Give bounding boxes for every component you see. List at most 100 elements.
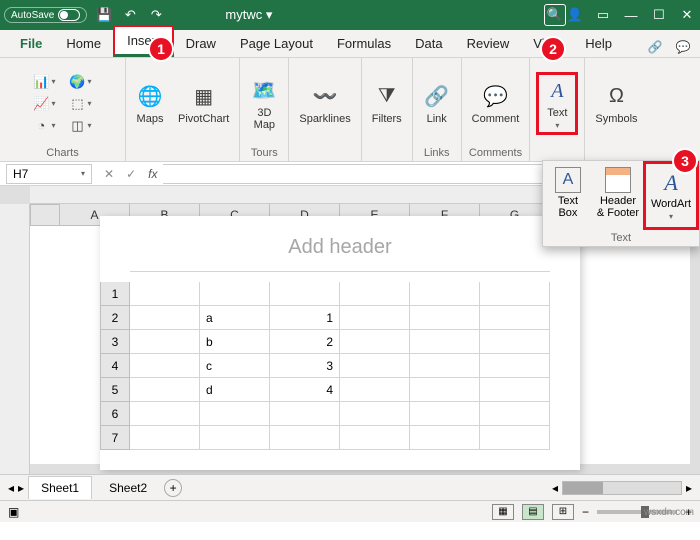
chart-pie-button[interactable]: ◔▾ [29,116,59,136]
row-header[interactable]: 1 [100,282,130,306]
tab-home[interactable]: Home [54,30,113,57]
row-header[interactable]: 7 [100,426,130,450]
cell[interactable] [480,378,550,402]
cell[interactable] [480,282,550,306]
cell[interactable] [270,402,340,426]
header-footer-button[interactable]: Header & Footer [593,161,643,230]
row-header[interactable]: 4 [100,354,130,378]
cell[interactable] [410,402,480,426]
cell[interactable] [200,402,270,426]
cell[interactable] [480,354,550,378]
cell[interactable] [410,282,480,306]
add-sheet-button[interactable]: + [164,479,182,497]
chart-map-button[interactable]: 🌍▾ [66,72,96,92]
filters-button[interactable]: ⧩Filters [368,81,406,127]
hscrollbar[interactable] [562,481,682,495]
record-macro-icon[interactable]: ▣ [8,505,19,519]
row-header[interactable]: 6 [100,402,130,426]
cell[interactable]: 3 [270,354,340,378]
row-header[interactable]: 2 [100,306,130,330]
cell[interactable] [340,282,410,306]
undo-icon[interactable]: ↶ [121,6,139,24]
row-header[interactable]: 5 [100,378,130,402]
cell[interactable]: d [200,378,270,402]
zoom-out-icon[interactable]: − [582,505,589,519]
name-box[interactable]: H7▾ [6,164,92,184]
chart-bar-button[interactable]: 📊▾ [29,72,59,92]
enter-icon[interactable]: ✓ [126,167,136,181]
ribbon-display-icon[interactable]: ▭ [594,6,612,24]
row-header[interactable]: 3 [100,330,130,354]
tab-file[interactable]: File [8,30,54,57]
cell[interactable] [130,282,200,306]
cell[interactable] [340,306,410,330]
cell[interactable]: a [200,306,270,330]
3dmap-button[interactable]: 🗺️3D Map [246,75,282,133]
cell[interactable] [200,282,270,306]
redo-icon[interactable]: ↷ [147,6,165,24]
cell[interactable] [340,330,410,354]
cell[interactable] [200,426,270,450]
cell[interactable] [410,306,480,330]
text-button[interactable]: AText▾ [536,72,578,135]
save-icon[interactable]: 💾 [95,6,113,24]
tab-help[interactable]: Help [573,30,624,57]
cell[interactable] [340,378,410,402]
cell[interactable]: 4 [270,378,340,402]
textbox-button[interactable]: A Text Box [543,161,593,230]
select-all-corner[interactable] [30,204,60,226]
page-break-view-button[interactable]: ⊞ [552,504,574,520]
autosave-toggle[interactable]: AutoSave [4,7,87,23]
minimize-icon[interactable]: — [622,6,640,24]
tab-review[interactable]: Review [455,30,522,57]
cell[interactable] [340,354,410,378]
cell[interactable]: 2 [270,330,340,354]
cell[interactable] [270,282,340,306]
tab-page-layout[interactable]: Page Layout [228,30,325,57]
comment-button[interactable]: 💬Comment [468,81,524,127]
cell[interactable]: b [200,330,270,354]
cell[interactable] [410,426,480,450]
header-placeholder[interactable]: Add header [130,236,550,272]
pivotchart-button[interactable]: ▦PivotChart [174,81,233,127]
cell[interactable]: c [200,354,270,378]
tab-formulas[interactable]: Formulas [325,30,403,57]
sheet-tab-2[interactable]: Sheet2 [96,476,160,499]
link-button[interactable]: 🔗Link [419,81,455,127]
prev-sheet-icon[interactable]: ◂ [8,481,14,495]
cell[interactable] [480,426,550,450]
maps-button[interactable]: 🌐Maps [132,81,168,127]
chart-combo-button[interactable]: ◫▾ [66,116,96,136]
tab-draw[interactable]: Draw [174,30,228,57]
signin-icon[interactable]: 👤 [566,6,584,24]
fx-icon[interactable]: fx [148,167,157,181]
cell[interactable] [130,306,200,330]
cell[interactable] [130,402,200,426]
cell[interactable] [480,306,550,330]
hscroll-left-icon[interactable]: ◂ [552,481,558,495]
comments-pane-icon[interactable]: 💬 [672,37,694,57]
cell[interactable] [410,354,480,378]
cell[interactable] [410,330,480,354]
search-button[interactable]: 🔍 [544,4,566,26]
symbols-button[interactable]: ΩSymbols [591,81,641,127]
share-icon[interactable]: 🔗 [644,37,666,57]
cell[interactable] [410,378,480,402]
close-icon[interactable]: ✕ [678,6,696,24]
hscroll-right-icon[interactable]: ▸ [686,481,692,495]
maximize-icon[interactable]: ☐ [650,6,668,24]
cell[interactable] [130,354,200,378]
next-sheet-icon[interactable]: ▸ [18,481,24,495]
file-name[interactable]: mytwc ▾ [225,7,272,23]
cell[interactable] [270,426,340,450]
cell[interactable] [130,378,200,402]
chart-stat-button[interactable]: ⬚▾ [66,94,96,114]
cell[interactable] [340,426,410,450]
sparklines-button[interactable]: 〰️Sparklines [295,81,354,127]
cell[interactable] [130,426,200,450]
cancel-icon[interactable]: ✕ [104,167,114,181]
page-layout-view-button[interactable]: ▤ [522,504,544,520]
chart-line-button[interactable]: 📈▾ [29,94,59,114]
cell[interactable] [130,330,200,354]
normal-view-button[interactable]: ▦ [492,504,514,520]
